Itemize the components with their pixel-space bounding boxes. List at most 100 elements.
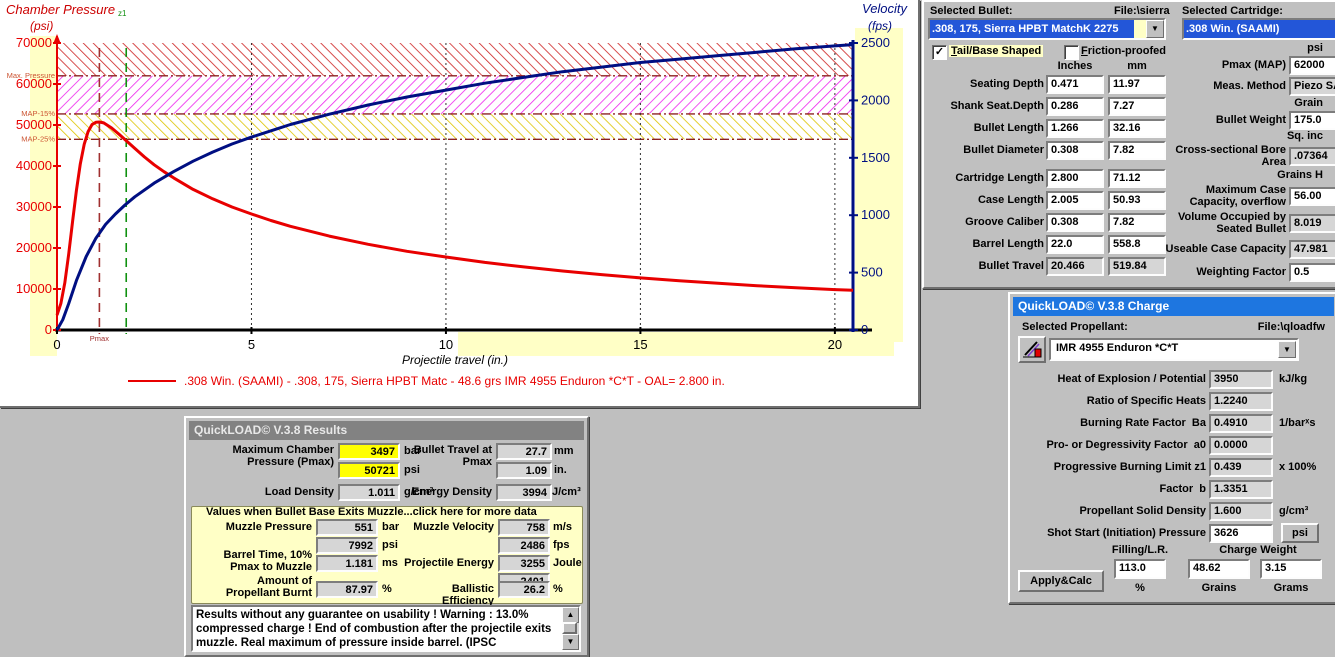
charge-field-input: 1.2240 — [1209, 391, 1273, 411]
cartridge-field-row: Meas. MethodPiezo SA — [1156, 75, 1335, 97]
charge-weight-grams-input[interactable]: 3.15 — [1260, 559, 1322, 579]
charge-field-row: Shot Start (Initiation) Pressure 3626 psi — [1010, 522, 1335, 544]
cartridge-field-input[interactable]: 56.00 — [1289, 186, 1335, 206]
field-label: Useable Case Capacity — [1165, 243, 1286, 255]
cartridge-field-input[interactable]: 62000 — [1289, 55, 1335, 75]
propellant-table-button[interactable] — [1018, 336, 1046, 363]
inches-input[interactable]: 1.266 — [1046, 118, 1104, 138]
field-label: Barrel Length — [972, 238, 1044, 250]
ms-time-unit: ms — [382, 557, 398, 569]
friction-proofed-checkbox-label[interactable]: Friction-proofed — [1081, 45, 1166, 57]
charge-weight-header: Charge Weight — [1219, 544, 1297, 556]
field-label: Pro- or Degressivity Factor a0 — [1046, 439, 1206, 451]
bullet-combobox-arrow-icon[interactable]: ▼ — [1146, 20, 1164, 38]
charge-window: QuickLOAD© V.3.8 Charge Selected Propell… — [1008, 292, 1335, 604]
results-warning-text: Results without any guarantee on usabili… — [196, 609, 552, 649]
cartridge-combobox[interactable]: .308 Win. (SAAMI) — [1182, 18, 1335, 40]
tail-base-checkbox[interactable]: ✓ — [932, 45, 947, 60]
charge-field-row: Burning Rate Factor Ba 0.4910 1/barˣs — [1010, 412, 1335, 434]
inches-input[interactable]: 2.800 — [1046, 168, 1104, 188]
scroll-down-icon[interactable]: ▼ — [562, 634, 579, 650]
field-label: Bullet Travel — [978, 260, 1044, 272]
svg-text:(fps): (fps) — [868, 19, 892, 33]
friction-proofed-checkbox[interactable] — [1064, 45, 1079, 60]
inches-input[interactable]: 0.308 — [1046, 140, 1104, 160]
propellant-combobox-arrow-icon[interactable]: ▼ — [1278, 341, 1296, 358]
field-label: Shot Start (Initiation) Pressure — [1047, 527, 1206, 539]
muzzle-psi-value: 7992 — [316, 537, 378, 554]
results-window-titlebar[interactable]: QuickLOAD© V.3.8 Results — [189, 421, 584, 440]
svg-text:30000: 30000 — [16, 199, 52, 214]
bullet-cartridge-panel: Selected Bullet: File:\sierra .308, 175,… — [922, 0, 1335, 289]
svg-text:60000: 60000 — [16, 76, 52, 91]
field-label: Seating Depth — [970, 78, 1044, 90]
field-label: Progressive Burning Limit z1 — [1053, 461, 1206, 473]
meas-method-dropdown[interactable]: Piezo SA — [1289, 76, 1335, 96]
cartridge-field-row: Weighting Factor 0.5 — [1156, 262, 1335, 282]
charge-weight-grains-input[interactable]: 48.62 — [1188, 559, 1250, 579]
inches-input[interactable]: 0.471 — [1046, 74, 1104, 94]
muzzle-bar-value: 551 — [316, 519, 378, 536]
filling-lr-input[interactable]: 113.0 — [1114, 559, 1166, 579]
muzzle-fps-value: 2486 — [498, 537, 550, 554]
muzzle-values-groupbox: Values when Bullet Base Exits Muzzle...c… — [191, 506, 583, 607]
bullet-file-label: File:\sierra — [1114, 5, 1170, 17]
pressure-velocity-chart-window: Max. Pressure MAP-15% MAP-25% Pmax z1 0 10000 2… — [0, 0, 920, 408]
cartridge-field-input[interactable]: 175.0 — [1289, 110, 1335, 130]
svg-text:Projectile travel (in.): Projectile travel (in.) — [402, 353, 508, 367]
fps-unit: fps — [553, 539, 570, 551]
field-label: Cross-sectional Bore Area — [1175, 144, 1286, 168]
charge-field-input: 3950 — [1209, 369, 1273, 389]
charge-field-input: 0.439 — [1209, 457, 1273, 477]
field-label: Ratio of Specific Heats — [1086, 395, 1206, 407]
inches-input[interactable]: 0.308 — [1046, 212, 1104, 232]
inches-input[interactable]: 2.005 — [1046, 190, 1104, 210]
measurement-row: Bullet Travel 20.466 519.84 — [924, 255, 1170, 277]
cartridge-combobox-value[interactable]: .308 Win. (SAAMI) — [1184, 20, 1335, 38]
inches-input[interactable]: 22.0 — [1046, 234, 1104, 254]
field-label: Bullet Length — [973, 122, 1044, 134]
in-unit: in. — [554, 464, 567, 476]
propellant-combobox-value[interactable]: IMR 4955 Enduron *C*T — [1053, 341, 1181, 355]
tail-base-checkbox-label[interactable]: Tail/Base Shaped — [949, 45, 1044, 57]
field-label: Factor b — [1159, 483, 1206, 495]
svg-text:Velocity: Velocity — [862, 1, 909, 16]
scroll-up-icon[interactable]: ▲ — [562, 607, 579, 623]
cartridge-field-input[interactable]: 0.5 — [1289, 262, 1335, 282]
joule-unit: Joule — [553, 557, 582, 569]
grams-unit-label: Grams — [1273, 582, 1309, 594]
unit-label: 1/barˣs — [1279, 417, 1316, 429]
svg-text:2000: 2000 — [861, 92, 890, 107]
ms-unit: m/s — [553, 521, 572, 533]
svg-text:1500: 1500 — [861, 150, 890, 165]
charge-field-input[interactable]: 3626 — [1209, 523, 1273, 543]
charge-window-titlebar[interactable]: QuickLOAD© V.3.8 Charge — [1013, 297, 1334, 316]
propellant-combobox[interactable]: IMR 4955 Enduron *C*T ▼ — [1049, 338, 1299, 361]
inches-input[interactable]: 0.286 — [1046, 96, 1104, 116]
svg-text:15: 15 — [633, 337, 647, 352]
travel-in-value: 1.09 — [496, 462, 552, 479]
scrollbar-thumb[interactable] — [562, 622, 577, 634]
muzzle-values-title[interactable]: Values when Bullet Base Exits Muzzle...c… — [206, 506, 537, 518]
bullet-combobox[interactable]: .308, 175, Sierra HPBT MatchK 2275 ▼ — [928, 18, 1166, 40]
measurement-row: Cartridge Length 2.800 71.12 — [924, 167, 1170, 189]
bullet-combobox-value[interactable]: .308, 175, Sierra HPBT MatchK 2275 — [930, 20, 1134, 38]
propellant-file-label: File:\qloadfw — [1257, 321, 1325, 333]
psi-unit-button[interactable]: psi — [1281, 523, 1319, 543]
field-label: Shank Seat.Depth — [950, 100, 1044, 112]
charge-field-row: Factor b 1.3351 — [1010, 478, 1335, 500]
results-scrollbar[interactable]: ▲ ▼ — [562, 607, 579, 650]
unit-label: g/cm³ — [1279, 505, 1309, 517]
unit-label: kJ/kg — [1279, 373, 1308, 385]
charge-field-input: 0.0000 — [1209, 435, 1273, 455]
unit-label: x 100% — [1279, 461, 1317, 473]
charge-field-input: 0.4910 — [1209, 413, 1273, 433]
apply-calc-button[interactable]: Apply&Calc — [1018, 570, 1104, 592]
energy-joule-value: 3255 — [498, 555, 550, 572]
charge-field-row: Ratio of Specific Heats 1.2240 — [1010, 390, 1335, 412]
measurement-row: Groove Caliber 0.308 7.82 — [924, 211, 1170, 233]
svg-text:10: 10 — [439, 337, 453, 352]
svg-text:10000: 10000 — [16, 281, 52, 296]
load-density-value: 1.011 — [338, 484, 400, 501]
svg-text:1000: 1000 — [861, 207, 890, 222]
